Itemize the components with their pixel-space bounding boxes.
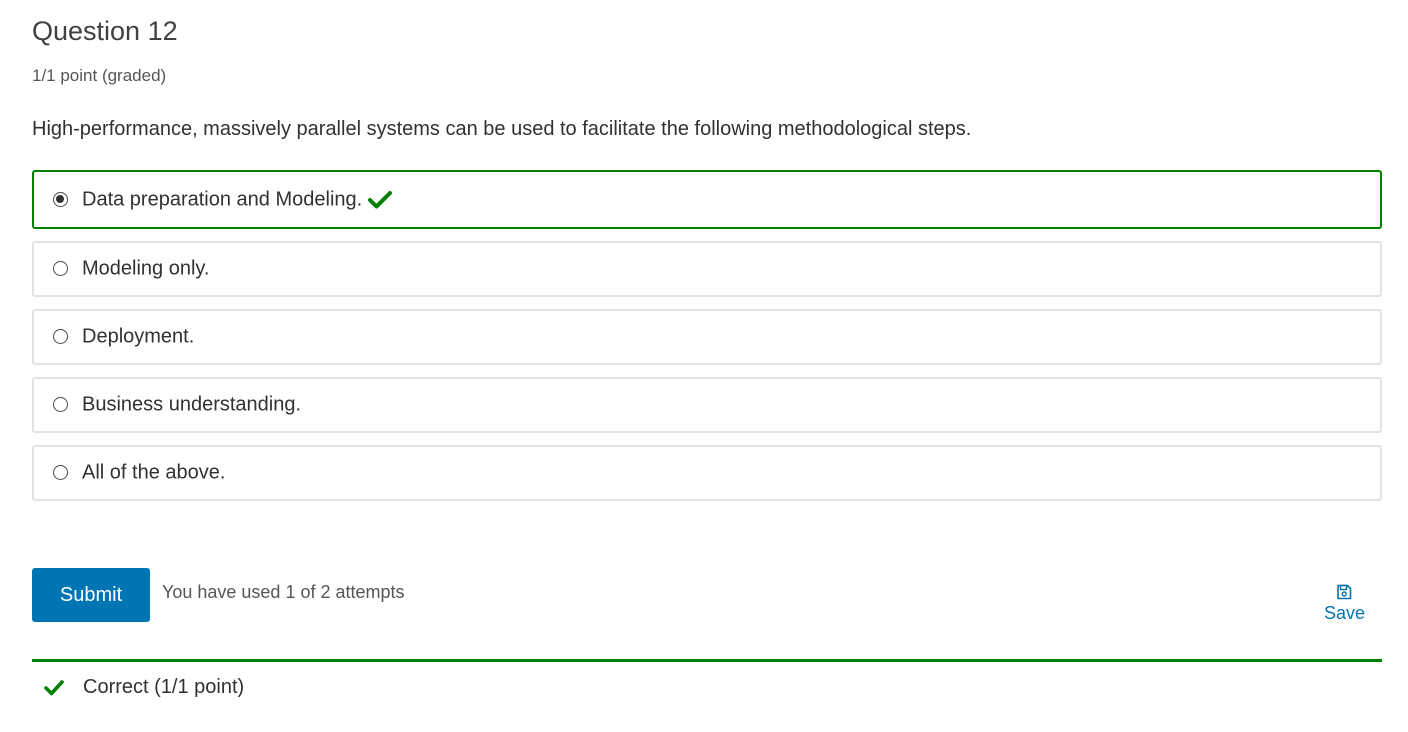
check-icon [44, 680, 64, 696]
radio-button[interactable] [53, 261, 68, 276]
radio-button[interactable] [53, 397, 68, 412]
answer-options: Data preparation and Modeling. Modeling … [32, 170, 1382, 513]
answer-option-label: All of the above. [82, 461, 226, 484]
radio-button[interactable] [53, 329, 68, 344]
result-divider [32, 659, 1382, 662]
question-points: 1/1 point (graded) [32, 66, 167, 85]
answer-option-label: Modeling only. [82, 257, 210, 280]
answer-option-label-wrapper: Data preparation and Modeling. [82, 188, 393, 211]
attempts-text: You have used 1 of 2 attempts [162, 582, 405, 602]
submit-button[interactable]: Submit [32, 568, 150, 622]
answer-option-label: Deployment. [82, 325, 195, 348]
answer-option-label: Business understanding. [82, 393, 302, 416]
result-notification: Correct (1/1 point) [44, 676, 244, 699]
problem-container: Question 12 1/1 point (graded) High-perf… [0, 0, 1408, 732]
answer-option-4[interactable]: Business understanding. [32, 377, 1382, 433]
save-button[interactable]: Save [1324, 584, 1366, 624]
radio-button-selected[interactable] [53, 191, 68, 207]
question-title: Question 12 [32, 16, 178, 46]
result-text: Correct (1/1 point) [83, 676, 245, 698]
answer-option-label: Data preparation and Modeling. [82, 188, 363, 210]
answer-option-1[interactable]: Data preparation and Modeling. [32, 170, 1382, 229]
save-label: Save [1324, 603, 1366, 623]
floppy-disk-icon [1337, 584, 1352, 600]
radio-button[interactable] [53, 465, 68, 480]
question-prompt: High-performance, massively parallel sys… [32, 118, 972, 140]
answer-option-3[interactable]: Deployment. [32, 309, 1382, 365]
answer-option-2[interactable]: Modeling only. [32, 241, 1382, 297]
action-bar: Submit You have used 1 of 2 attempts Sav… [32, 568, 1382, 628]
check-icon [368, 191, 393, 209]
answer-option-5[interactable]: All of the above. [32, 445, 1382, 501]
